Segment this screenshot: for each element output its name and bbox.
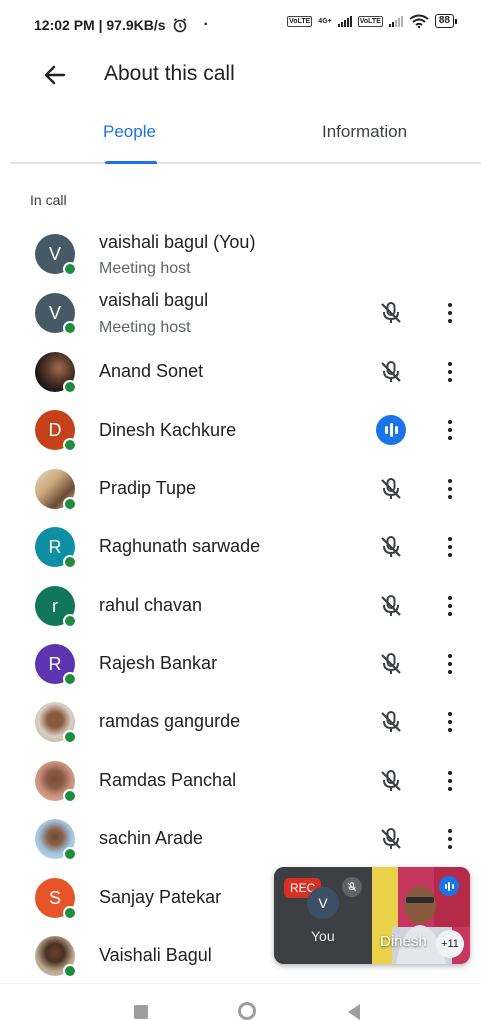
more-options-icon[interactable] xyxy=(437,650,463,678)
more-options-icon[interactable] xyxy=(437,533,463,561)
avatar: S xyxy=(35,878,77,920)
status-bar: 12:02 PM | 97.9KB/s · VoLTE 4G+ VoLTE 88 xyxy=(0,0,481,52)
participant-role: Meeting host xyxy=(99,260,191,277)
page-title: About this call xyxy=(104,62,235,85)
online-dot xyxy=(63,262,77,276)
more-options-icon[interactable] xyxy=(437,416,463,444)
participant-row[interactable]: r rahul chavan xyxy=(0,576,481,634)
dot-icon: · xyxy=(203,16,209,33)
mic-off-icon[interactable] xyxy=(377,358,405,386)
signal-icon-1 xyxy=(337,15,352,27)
participant-row[interactable]: V vaishali bagul (You) Meeting host xyxy=(0,224,481,282)
battery-level: 88 xyxy=(434,14,454,28)
participant-row[interactable]: Ramdas Panchal xyxy=(0,751,481,809)
wifi-icon xyxy=(409,14,429,28)
more-options-icon[interactable] xyxy=(437,475,463,503)
pip-speaking-icon xyxy=(439,876,459,896)
more-options-icon[interactable] xyxy=(437,767,463,795)
mic-off-icon[interactable] xyxy=(377,592,405,620)
more-options-icon[interactable] xyxy=(437,299,463,327)
participant-row[interactable]: ramdas gangurde xyxy=(0,692,481,750)
participant-name: vaishali bagul xyxy=(99,290,209,310)
participant-name: Ramdas Panchal xyxy=(99,770,237,790)
participant-name: Dinesh Kachkure xyxy=(99,420,237,440)
participant-row[interactable]: V vaishali bagul Meeting host xyxy=(0,283,481,341)
mic-off-icon[interactable] xyxy=(377,708,405,736)
tab-information[interactable]: Information xyxy=(322,122,407,142)
pip-video-overlay[interactable]: REC V You Dinesh +11 xyxy=(274,867,470,964)
tab-indicator xyxy=(105,161,157,164)
volte-badge-2: VoLTE xyxy=(357,15,383,27)
mic-off-icon[interactable] xyxy=(377,650,405,678)
status-time-speed: 12:02 PM | 97.9KB/s xyxy=(34,17,166,33)
battery-icon: 88 xyxy=(434,14,457,28)
pip-mic-off-icon xyxy=(342,877,362,897)
alarm-icon xyxy=(173,18,186,33)
pip-self-avatar: V xyxy=(307,887,339,919)
section-in-call: In call xyxy=(30,192,67,208)
participant-name: ramdas gangurde xyxy=(99,711,241,731)
participant-name: Vaishali Bagul xyxy=(99,945,212,965)
tab-bar: People Information xyxy=(10,110,481,164)
avatar xyxy=(35,702,77,744)
participant-name: Rajesh Bankar xyxy=(99,653,218,673)
volte-badge-1: VoLTE xyxy=(287,15,313,27)
tab-people[interactable]: People xyxy=(103,122,156,142)
status-right: VoLTE 4G+ VoLTE 88 xyxy=(287,14,457,28)
avatar: V xyxy=(35,234,77,276)
mic-off-icon[interactable] xyxy=(377,533,405,561)
status-left: 12:02 PM | 97.9KB/s · xyxy=(34,16,209,34)
app-bar: About this call xyxy=(0,52,481,100)
participant-row[interactable]: D Dinesh Kachkure xyxy=(0,400,481,458)
mic-off-icon[interactable] xyxy=(377,767,405,795)
recents-icon[interactable] xyxy=(134,1005,148,1019)
mic-off-icon[interactable] xyxy=(377,475,405,503)
participant-name: Anand Sonet xyxy=(99,361,204,381)
avatar: V xyxy=(35,293,77,335)
avatar xyxy=(35,352,77,394)
signal-icon-2 xyxy=(388,15,403,27)
avatar xyxy=(35,819,77,861)
participant-name: sachin Arade xyxy=(99,828,204,848)
pip-other-tile: Dinesh +11 xyxy=(372,867,470,964)
participant-row[interactable]: Pradip Tupe xyxy=(0,459,481,517)
participant-role: Meeting host xyxy=(99,319,191,336)
participant-row[interactable]: R Rajesh Bankar xyxy=(0,634,481,692)
avatar: r xyxy=(35,586,77,628)
system-nav-bar xyxy=(0,983,481,1020)
pip-self-label: You xyxy=(311,928,335,944)
participant-name: Pradip Tupe xyxy=(99,478,197,498)
more-options-icon[interactable] xyxy=(437,708,463,736)
pip-self-tile: REC V You xyxy=(274,867,372,964)
participant-name: rahul chavan xyxy=(99,595,203,615)
avatar: R xyxy=(35,644,77,686)
back-arrow-icon[interactable] xyxy=(40,60,70,90)
avatar xyxy=(35,761,77,803)
participant-name: Sanjay Patekar xyxy=(99,887,222,907)
participant-row[interactable]: sachin Arade xyxy=(0,809,481,867)
more-options-icon[interactable] xyxy=(437,358,463,386)
pip-other-name: Dinesh xyxy=(380,933,427,950)
avatar xyxy=(35,469,77,511)
avatar xyxy=(35,936,77,978)
more-options-icon[interactable] xyxy=(437,592,463,620)
network-type: 4G+ xyxy=(318,17,332,25)
avatar: R xyxy=(35,527,77,569)
mic-off-icon[interactable] xyxy=(377,299,405,327)
participant-name: vaishali bagul (You) xyxy=(99,232,256,252)
participant-row[interactable]: R Raghunath sarwade xyxy=(0,517,481,575)
home-icon[interactable] xyxy=(238,1002,256,1020)
avatar: D xyxy=(35,410,77,452)
participant-row[interactable]: Anand Sonet xyxy=(0,342,481,400)
pip-more-participants: +11 xyxy=(436,930,464,958)
mic-off-icon[interactable] xyxy=(377,825,405,853)
speaking-indicator-icon xyxy=(376,415,406,445)
more-options-icon[interactable] xyxy=(437,825,463,853)
participant-name: Raghunath sarwade xyxy=(99,536,261,556)
